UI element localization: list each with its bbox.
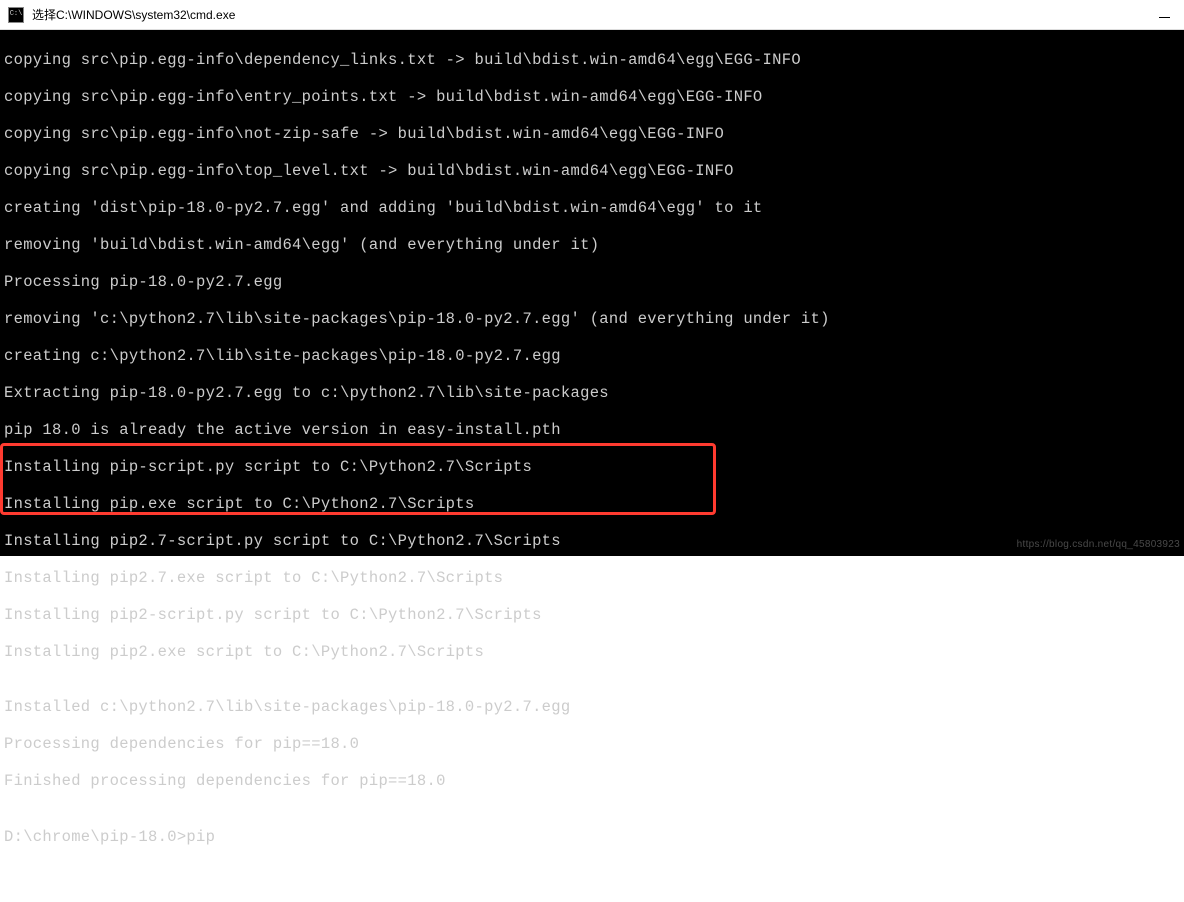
terminal-line: Processing dependencies for pip==18.0 [4,735,1180,754]
titlebar-controls [1159,11,1176,19]
terminal-line: Installed c:\python2.7\lib\site-packages… [4,698,1180,717]
window-titlebar: 选择C:\WINDOWS\system32\cmd.exe [0,0,1184,30]
terminal-line: Installing pip.exe script to C:\Python2.… [4,495,1180,514]
terminal-line: removing 'c:\python2.7\lib\site-packages… [4,310,1180,329]
terminal-line: copying src\pip.egg-info\top_level.txt -… [4,162,1180,181]
terminal-line: creating 'dist\pip-18.0-py2.7.egg' and a… [4,199,1180,218]
window-title: 选择C:\WINDOWS\system32\cmd.exe [32,6,235,23]
terminal-line: Installing pip2.exe script to C:\Python2… [4,643,1180,662]
terminal-line: Extracting pip-18.0-py2.7.egg to c:\pyth… [4,384,1180,403]
terminal-line: copying src\pip.egg-info\entry_points.tx… [4,88,1180,107]
terminal-line: Installing pip2.7-script.py script to C:… [4,532,1180,551]
terminal-line: copying src\pip.egg-info\dependency_link… [4,51,1180,70]
terminal-line: Installing pip-script.py script to C:\Py… [4,458,1180,477]
terminal-line: Installing pip2.7.exe script to C:\Pytho… [4,569,1180,588]
terminal-output[interactable]: copying src\pip.egg-info\dependency_link… [0,30,1184,556]
terminal-line: Installing pip2-script.py script to C:\P… [4,606,1180,625]
terminal-line: creating c:\python2.7\lib\site-packages\… [4,347,1180,366]
terminal-line: Processing pip-18.0-py2.7.egg [4,273,1180,292]
terminal-prompt: D:\chrome\pip-18.0>pip [4,828,1180,847]
watermark-text: https://blog.csdn.net/qq_45803923 [1017,536,1180,555]
minimize-icon[interactable] [1159,17,1170,19]
titlebar-left: 选择C:\WINDOWS\system32\cmd.exe [8,6,235,23]
terminal-line: copying src\pip.egg-info\not-zip-safe ->… [4,125,1180,144]
terminal-line: removing 'build\bdist.win-amd64\egg' (an… [4,236,1180,255]
cmd-icon [8,7,24,23]
terminal-line: Finished processing dependencies for pip… [4,772,1180,791]
terminal-line: pip 18.0 is already the active version i… [4,421,1180,440]
